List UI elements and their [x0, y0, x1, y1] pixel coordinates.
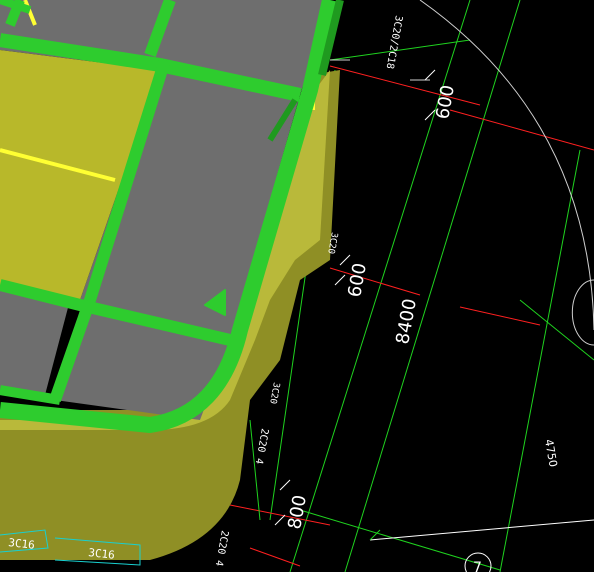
dimension-lines-2	[249, 299, 594, 521]
rebar-tag-2: 3C16	[88, 546, 116, 562]
axis-bubble-label: 7	[473, 560, 482, 572]
rebar-label-mid2: 3C20	[267, 381, 281, 404]
axis-bubble[interactable]: 7	[464, 552, 492, 572]
cad-drawing-canvas[interactable]: 600 600 8400 800 4750 3C20/2C18 3C20 3C2…	[0, 0, 594, 572]
dimension-label-600-top: 600	[432, 83, 459, 120]
rebar-label-left: 2C20 4	[253, 427, 270, 464]
rebar-label-top: 3C20/2C18	[384, 14, 404, 69]
dimension-label-radius: 4750	[542, 438, 560, 468]
rebar-tag-1: 3C16	[8, 536, 36, 552]
dimension-label-600-mid: 600	[344, 261, 371, 298]
rebar-label-bottom: 2C20 4	[213, 529, 230, 566]
dimension-label-800: 800	[284, 493, 311, 530]
